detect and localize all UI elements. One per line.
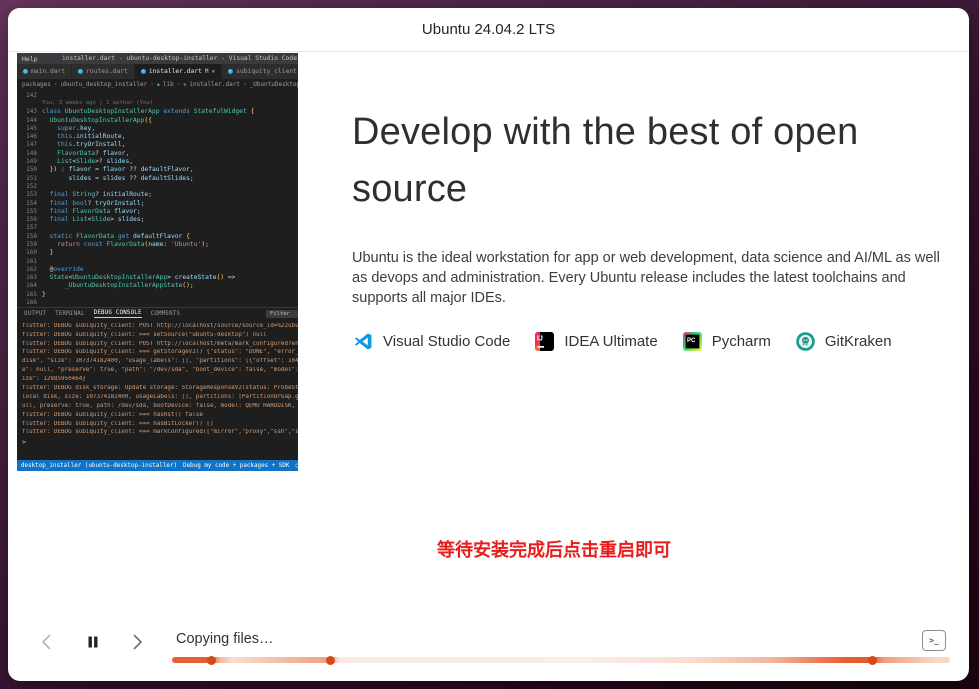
dart-file-icon [78,69,83,74]
console-line: e": null, "preserve": true, "path": "/de… [17,367,298,376]
code-line: 144 UbuntuDesktopInstallerApp({ [17,116,298,124]
console-line: flutter: DEBUG subiquity_client: === get… [17,349,298,358]
code-line: 157 [17,224,298,232]
code-line: 156 final List<Slide> slides; [17,215,298,223]
logo-gitkraken: GitKraken [796,332,892,351]
vscode-titlebar: Help installer.dart - ubuntu-desktop-ins… [17,53,298,64]
code-line: 160 } [17,249,298,257]
console-line: flutter: DEBUG disk_storage: Update stor… [17,385,298,394]
vscode-code-editor: 142 You, 3 weeks ago | 1 author (You) 14… [17,90,298,307]
code-line: You, 3 weeks ago | 1 author (You) [17,99,298,107]
dart-file-icon [23,69,28,74]
progress-dot [326,656,335,665]
panel-tab-output: OUTPUT [24,311,46,317]
ubuntu-installer-screen: { "header": { "title": "Ubuntu 24.04.2 L… [0,0,979,689]
svg-text:IJ: IJ [537,336,543,343]
debug-filter-input: Filter [266,310,298,318]
pause-slideshow-button[interactable] [82,631,104,653]
slide-body: Ubuntu is the ideal workstation for app … [352,248,942,308]
code-line: 166 [17,298,298,306]
vscode-tab-routes-dart: routes.dart [72,64,135,79]
previous-slide-button[interactable] [36,631,58,653]
panel-tab-debug-console: DEBUG CONSOLE [94,310,142,318]
terminal-toggle-button[interactable]: >_ [922,630,946,651]
code-line: 151 slides = slides ?? defaultSlides; [17,174,298,182]
panel-tab-terminal: TERMINAL [55,311,85,317]
console-line: ull, preserve: true, path: /dev/sda, boo… [17,403,298,412]
chevron-left-icon [36,631,58,653]
close-icon: ✕ [212,68,216,75]
progress-dot [868,656,877,665]
code-line: 147 this.tryOrInstall, [17,141,298,149]
code-line: 154 final bool? tryOrInstall; [17,199,298,207]
slide-title: Develop with the best of open source [352,104,917,218]
vscode-breadcrumb: packagesubuntu_desktop_installerlibinsta… [17,79,298,90]
gitkraken-icon [796,332,815,351]
logo-pycharm: PC Pycharm [683,332,771,351]
window-header: Ubuntu 24.04.2 LTS [8,8,969,52]
idea-icon: IJ [535,332,554,351]
console-line: ize": 12885950464} [17,376,298,385]
logo-idea-ultimate: IJ IDEA Ultimate [535,332,657,351]
vscode-help-menu: Help [22,55,38,63]
code-line: 152 [17,182,298,190]
vscode-tab-bar: main.dart routes.dart installer.dart M ✕… [17,64,298,79]
modified-badge: M [205,68,209,75]
vscode-window-title: installer.dart - ubuntu-desktop-installe… [62,55,297,62]
svg-text:PC: PC [687,338,696,344]
dart-file-icon [141,69,146,74]
console-line: flutter: DEBUG subiquity_client: === set… [17,332,298,341]
vscode-tab-installer-dart: installer.dart M ✕ [135,64,222,79]
terminal-icon: >_ [929,636,939,645]
window-title: Ubuntu 24.04.2 LTS [422,21,555,38]
vscode-tab-subiquity-client-dart: subiquity_client.dart [222,64,298,79]
vscode-screenshot: Help installer.dart - ubuntu-desktop-ins… [17,53,298,471]
vscode-panel-tabs: OUTPUT TERMINAL DEBUG CONSOLE COMMENTS F… [17,307,298,321]
console-line: flutter: DEBUG subiquity_client: === mar… [17,429,298,438]
console-prompt: > [17,438,298,446]
code-line: 146 this.initialRoute, [17,132,298,140]
console-line: local disk, size: 107374182400, usageLab… [17,394,298,403]
restart-annotation: 等待安装完成后点击重启即可 [437,536,687,562]
panel-tab-comments: COMMENTS [151,311,181,317]
code-line: 158 static FlavorData get defaultFlavor … [17,232,298,240]
vscode-icon [354,332,373,351]
code-line: 165} [17,290,298,298]
progress-dot [207,656,216,665]
code-line: 159 return const FlavorData(name: 'Ubunt… [17,240,298,248]
code-line: 162 @override [17,265,298,273]
ide-logos-row: Visual Studio Code IJ [354,332,892,351]
console-line: flutter: DEBUG subiquity_client: POST ht… [17,341,298,350]
code-line: 145 super.key, [17,124,298,132]
vscode-statusbar: desktop_installer (ubuntu-desktop-instal… [17,460,298,471]
dart-file-icon [228,69,233,74]
code-line: 163 State<UbuntuDesktopInstallerApp> cre… [17,274,298,282]
code-line: 143class UbuntuDesktopInstallerApp exten… [17,108,298,116]
console-line: flutter: DEBUG subiquity_client: === has… [17,412,298,421]
next-slide-button[interactable] [126,631,148,653]
vscode-debug-console: flutter: DEBUG subiquity_client: POST ht… [17,321,298,460]
code-line: 148 FlavorData? flavor, [17,149,298,157]
code-line: 153 final String? initialRoute; [17,191,298,199]
code-line: 155 final FlavorData flavor; [17,207,298,215]
install-progress-bar [172,657,950,663]
chevron-right-icon [126,631,148,653]
console-line: disk", "size": 107374182400, "usage_labe… [17,358,298,367]
code-line: 142 [17,91,298,99]
console-line: flutter: DEBUG subiquity_client: POST ht… [17,323,298,332]
install-status-label: Copying files… [176,631,274,647]
code-line: 164 _UbuntuDesktopInstallerAppState(); [17,282,298,290]
vscode-tab-main-dart: main.dart [17,64,72,79]
code-line: 150 }) : flavor = flavor ?? defaultFlavo… [17,166,298,174]
installer-window: Ubuntu 24.04.2 LTS Help installer.dart -… [8,8,969,681]
code-line: 161 [17,257,298,265]
console-line: flutter: DEBUG subiquity_client: === has… [17,421,298,430]
pause-icon [82,631,104,653]
logo-visual-studio-code: Visual Studio Code [354,332,510,351]
pycharm-icon: PC [683,332,702,351]
code-line: 149 List<Slide>? slides, [17,157,298,165]
